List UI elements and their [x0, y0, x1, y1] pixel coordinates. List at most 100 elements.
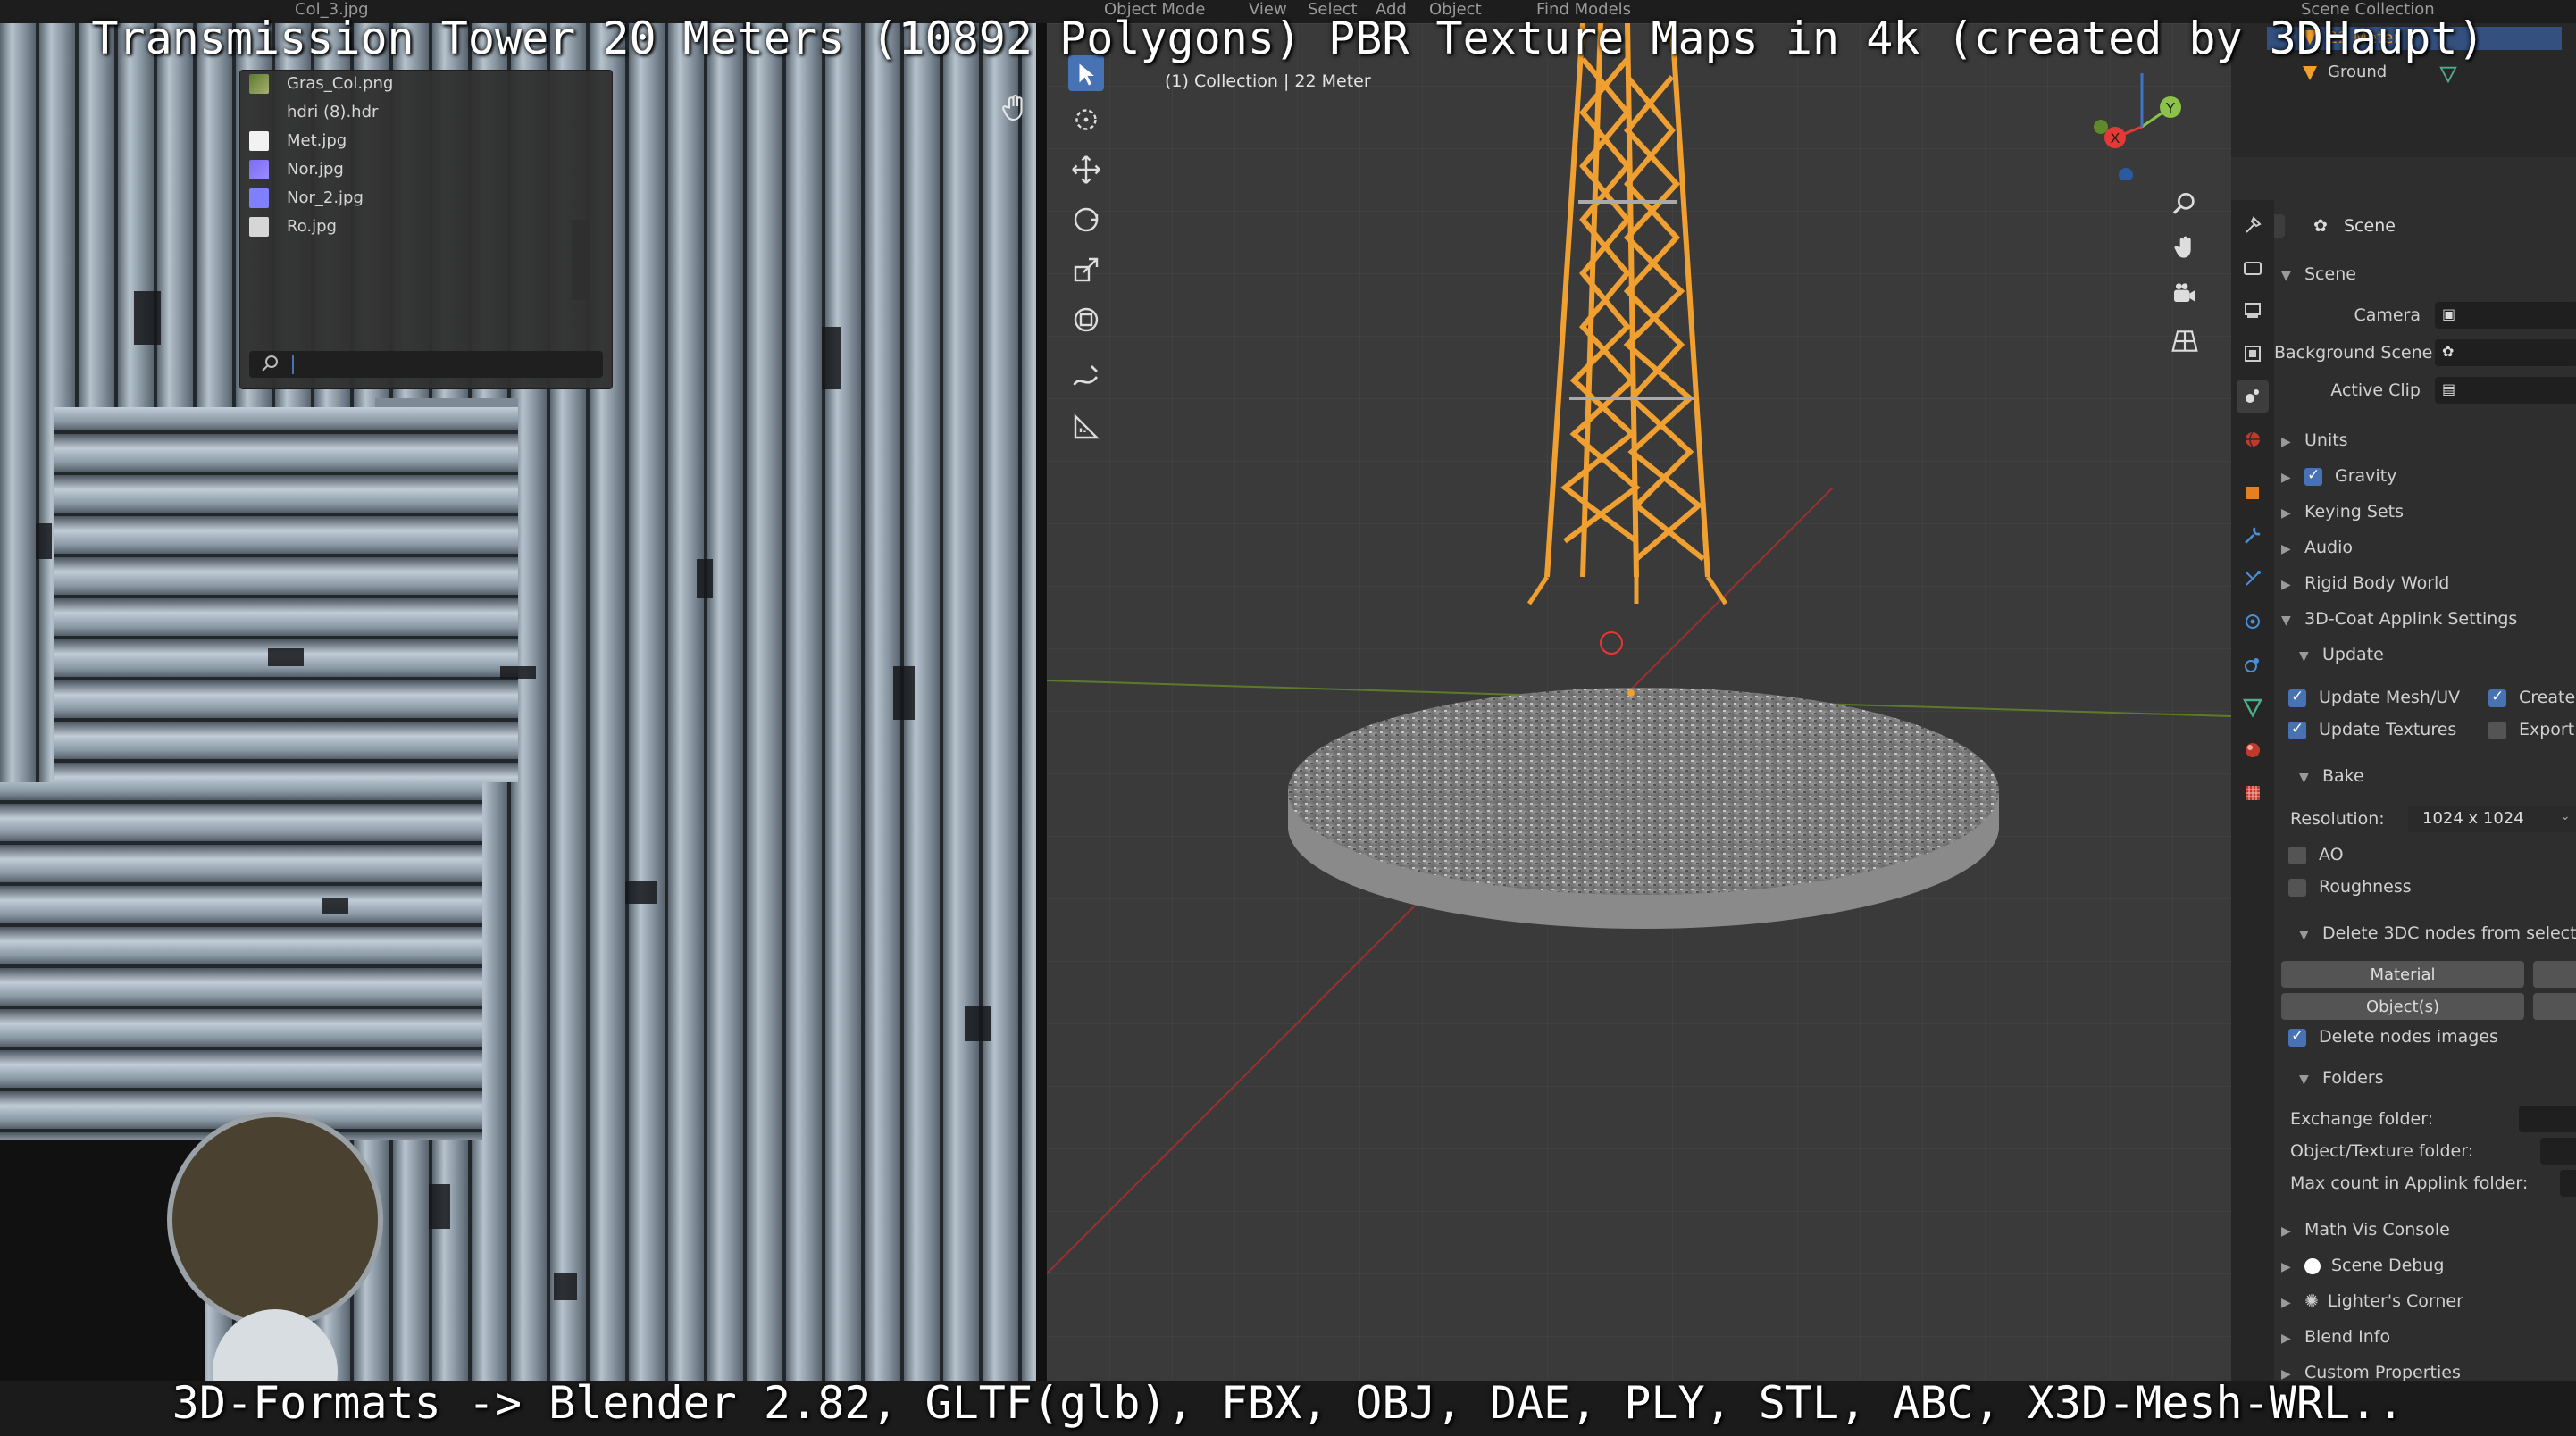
light-icon: ✺ — [2304, 1291, 2319, 1311]
update-textures-checkbox[interactable] — [2288, 720, 2306, 739]
render-tab-icon[interactable] — [2237, 252, 2269, 284]
camera-field[interactable]: ▣ — [2435, 302, 2576, 329]
max-count-label: Max count in Applink folder: — [2290, 1173, 2529, 1193]
gizmo-x-label: X — [2111, 131, 2120, 146]
image-item-nor[interactable]: Nor.jpg — [249, 156, 344, 183]
navigation-gizmo[interactable]: Y X — [2088, 73, 2195, 180]
ao-option[interactable]: AO — [2288, 845, 2344, 864]
scene-tab-icon[interactable] — [2237, 380, 2269, 413]
image-item-ro[interactable]: Ro.jpg — [249, 213, 337, 240]
search-icon — [260, 353, 281, 378]
update-subpanel[interactable]: ▼ Update — [2299, 645, 2384, 664]
update-mesh-uv-option[interactable]: Update Mesh/UV — [2288, 688, 2460, 707]
delete-3dc-subpanel[interactable]: ▼ Delete 3DC nodes from selected — [2299, 923, 2576, 943]
math-vis-console-panel[interactable]: ▶ Math Vis Console — [2281, 1220, 2450, 1240]
camera-view-icon[interactable] — [2167, 277, 2203, 313]
data-tab-icon[interactable] — [2237, 691, 2269, 723]
rigid-body-world-panel[interactable]: ▶ Rigid Body World — [2281, 573, 2449, 593]
material-tab-icon[interactable] — [2237, 734, 2269, 766]
material-button-2[interactable] — [2533, 961, 2576, 988]
roughness-checkbox[interactable] — [2288, 878, 2306, 897]
objects-button[interactable]: Object(s) — [2281, 993, 2524, 1020]
output-tab-icon[interactable] — [2237, 295, 2269, 327]
resolution-dropdown[interactable]: 1024 x 1024 ⌄ — [2408, 806, 2576, 832]
move-tool-icon[interactable] — [1068, 152, 1104, 188]
scene-debug-panel[interactable]: ▶ Scene Debug — [2281, 1256, 2444, 1275]
image-item-nor-2[interactable]: Nor_2.jpg — [249, 185, 364, 212]
tool-tab-icon[interactable] — [2237, 209, 2269, 241]
gravity-checkbox[interactable] — [2304, 466, 2322, 486]
particles-tab-icon[interactable] — [2237, 563, 2269, 595]
constraints-tab-icon[interactable] — [2237, 648, 2269, 680]
object-texture-folder-field[interactable] — [2540, 1138, 2576, 1165]
perspective-grid-icon[interactable] — [2167, 323, 2203, 359]
image-item-gras-col[interactable]: Gras_Col.png — [249, 71, 393, 97]
scale-tool-icon[interactable] — [1068, 252, 1104, 288]
toolbar — [1054, 55, 1108, 502]
image-item-hdri[interactable]: hdri (8).hdr — [249, 99, 378, 126]
ao-checkbox[interactable] — [2288, 846, 2306, 864]
annotate-tool-icon[interactable] — [1068, 359, 1104, 395]
exchange-folder-label: Exchange folder: — [2290, 1109, 2434, 1129]
view-layer-tab-icon[interactable] — [2237, 338, 2269, 370]
gizmo-y-label: Y — [2166, 101, 2176, 116]
exchange-folder-field[interactable] — [2519, 1106, 2576, 1132]
active-clip-field[interactable]: ▤ — [2435, 377, 2576, 404]
folders-subpanel[interactable]: ▼ Folders — [2299, 1068, 2384, 1088]
max-count-field[interactable] — [2560, 1170, 2576, 1197]
gravity-panel[interactable]: ▶Gravity — [2281, 466, 2396, 487]
bake-subpanel[interactable]: ▼ Bake — [2299, 766, 2364, 786]
rotate-tool-icon[interactable] — [1068, 202, 1104, 238]
object-tab-icon[interactable] — [2237, 477, 2269, 509]
create-checkbox[interactable] — [2488, 688, 2506, 707]
normal-map-icon — [249, 160, 269, 180]
scene-panel-header[interactable]: ▼ Scene — [2281, 264, 2356, 284]
pan-hand-icon[interactable] — [999, 93, 1031, 125]
texture-thumb-icon — [249, 217, 269, 237]
properties-tabs — [2231, 200, 2274, 1381]
dot-icon — [2304, 1257, 2321, 1274]
texture-thumb-icon — [249, 74, 269, 94]
background-scene-field[interactable]: ✿ — [2435, 339, 2576, 366]
image-browser-popup: Gras_Col.png hdri (8).hdr Met.jpg Nor.jp… — [239, 70, 613, 389]
normal-map-icon — [249, 188, 269, 208]
objects-button-2[interactable] — [2533, 993, 2576, 1020]
modifier-tab-icon[interactable] — [2237, 520, 2269, 552]
collection-label: (1) Collection | 22 Meter — [1165, 71, 1371, 91]
mesh-data-icon — [2438, 64, 2458, 88]
delete-nodes-images-option[interactable]: Delete nodes images — [2288, 1027, 2498, 1047]
lighters-corner-panel[interactable]: ▶ ✺ Lighter's Corner — [2281, 1291, 2463, 1311]
cursor-tool-icon[interactable] — [1068, 102, 1104, 138]
pan-hand-icon[interactable] — [2167, 230, 2203, 266]
material-preview-ball — [167, 1112, 383, 1328]
texture-tab-icon[interactable] — [2237, 777, 2269, 809]
audio-panel[interactable]: ▶ Audio — [2281, 538, 2353, 557]
delete-nodes-images-checkbox[interactable] — [2288, 1027, 2306, 1047]
texture-thumb-icon — [249, 131, 269, 151]
roughness-option[interactable]: Roughness — [2288, 877, 2412, 897]
chevron-down-icon: ⌄ — [2560, 809, 2571, 823]
image-search-field[interactable] — [249, 351, 603, 378]
measure-tool-icon[interactable] — [1068, 409, 1104, 445]
update-mesh-checkbox[interactable] — [2288, 688, 2306, 707]
text-cursor — [292, 355, 294, 374]
export-checkbox[interactable] — [2488, 721, 2506, 739]
image-item-met[interactable]: Met.jpg — [249, 128, 347, 154]
material-button[interactable]: Material — [2281, 961, 2524, 988]
applink-settings-panel[interactable]: ▼ 3D-Coat Applink Settings — [2281, 609, 2517, 629]
object-texture-folder-label: Object/Texture folder: — [2290, 1141, 2474, 1161]
create-option[interactable]: Create — [2488, 688, 2575, 707]
units-panel[interactable]: ▶ Units — [2281, 430, 2348, 450]
blend-info-panel[interactable]: ▶ Blend Info — [2281, 1327, 2390, 1347]
export-option[interactable]: Export — [2488, 720, 2574, 739]
update-textures-option[interactable]: Update Textures — [2288, 720, 2456, 739]
properties-context-title: Scene — [2344, 216, 2396, 236]
zoom-icon[interactable] — [2167, 186, 2203, 221]
properties-content: ▼ Scene Camera ▣ Background Scene ✿ Activ… — [2274, 246, 2576, 1381]
transform-tool-icon[interactable] — [1068, 302, 1104, 338]
keying-sets-panel[interactable]: ▶ Keying Sets — [2281, 502, 2404, 522]
video-title-caption: Transmission Tower 20 Meters (10892 Poly… — [91, 13, 2485, 64]
physics-tab-icon[interactable] — [2237, 605, 2269, 638]
3d-viewport[interactable]: (1) Collection | 22 Meter Y X — [1047, 23, 2231, 1381]
world-tab-icon[interactable] — [2237, 423, 2269, 455]
